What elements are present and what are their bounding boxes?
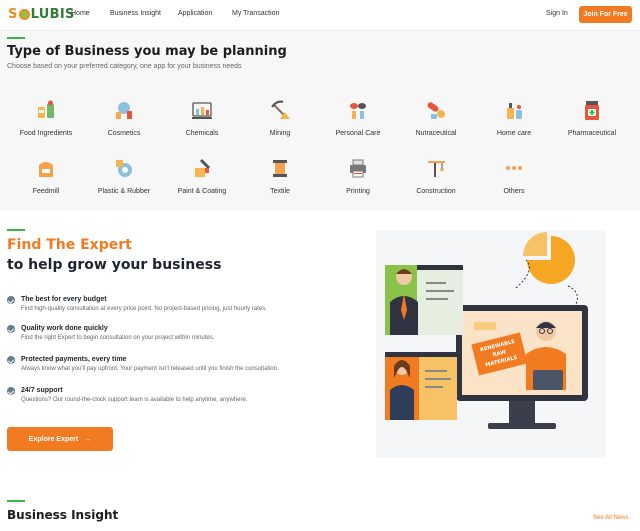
expert-title-dark: to help grow your business [7,257,222,273]
category-plastic-rubber[interactable]: Plastic & Rubber [85,157,163,195]
logo-leaf-icon [18,9,30,20]
category-printing[interactable]: Printing [319,157,397,195]
category-food-ingredients[interactable]: Food Ingredients [7,99,85,137]
section-accent-line [7,37,25,39]
sign-in-link[interactable]: Sign In [546,10,568,17]
textile-icon [269,157,291,179]
nutraceutical-icon [425,99,447,121]
category-paint-coating[interactable]: Paint & Coating [163,157,241,195]
check-circle-icon [7,387,15,395]
nav-business-insight[interactable]: Business Insight [110,10,161,17]
category-label: Feedmill [32,188,60,195]
plastic-rubber-icon [113,157,135,179]
solubis-logo[interactable]: S LUBIS [8,7,75,22]
expert-title-orange: Find The Expert [7,237,132,253]
business-types-subtitle: Choose based on your preferred category,… [7,63,242,70]
category-label: Personal Care [335,130,381,137]
feedmill-icon [35,157,57,179]
food-ingredients-icon [35,99,57,121]
category-personal-care[interactable]: Personal Care [319,99,397,137]
feature-description: Always know what you'll pay upfront. You… [21,366,279,372]
category-chemicals[interactable]: Chemicals [163,99,241,137]
check-circle-icon [7,356,15,364]
feature-description: Find the right Expert to begin consultat… [21,335,215,341]
category-label: Pharmaceutical [567,130,617,137]
arrow-right-icon: → [84,435,92,443]
paint-coating-icon [191,157,213,179]
category-label: Nutraceutical [415,130,457,137]
check-circle-icon [7,296,15,304]
nav-my-transaction[interactable]: My Transaction [232,10,279,17]
section-accent-line [7,500,25,502]
category-label: Mining [269,130,291,137]
printing-icon [347,157,369,179]
nav-home[interactable]: Home [71,10,90,17]
feature-description: Find high-quality consultation at every … [21,306,267,312]
check-circle-icon [7,325,15,333]
join-for-free-button[interactable]: Join For Free [579,6,632,23]
personal-care-icon [347,99,369,121]
category-label: Printing [346,188,370,195]
category-construction[interactable]: Construction [397,157,475,195]
top-navbar: S LUBIS Home Business Insight Applicatio… [0,0,640,31]
category-feedmill[interactable]: Feedmill [7,157,85,195]
feature-title: Quality work done quickly [21,325,108,332]
construction-icon [425,157,447,179]
category-mining[interactable]: Mining [241,99,319,137]
see-all-news-link[interactable]: See All News [593,515,628,521]
home-care-icon [503,99,525,121]
business-insight-title: Business Insight [7,508,119,522]
mining-icon [269,99,291,121]
category-cosmetics[interactable]: Cosmetics [85,99,163,137]
logo-wordmark: LUBIS [30,7,75,22]
category-label: Construction [416,188,456,195]
category-label: Home care [496,130,532,137]
feature-description: Questions? Our round-the-clock support t… [21,397,248,403]
business-types-title: Type of Business you may be planning [7,44,287,59]
category-nutraceutical[interactable]: Nutraceutical [397,99,475,137]
category-home-care[interactable]: Home care [475,99,553,137]
category-pharmaceutical[interactable]: Pharmaceutical [553,99,631,137]
nav-application[interactable]: Application [178,10,212,17]
more-dots-icon [503,157,525,179]
explore-expert-label: Explore Expert [28,435,79,443]
pharmaceutical-icon [581,99,603,121]
logo-letter-s: S [8,7,18,22]
category-label: Paint & Coating [177,188,227,195]
category-label: Plastic & Rubber [97,188,151,195]
feature-title: The best for every budget [21,296,107,303]
category-label: Others [503,188,525,195]
feature-title: 24/7 support [21,387,63,394]
category-others[interactable]: Others [475,157,553,195]
category-label: Cosmetics [107,130,141,137]
category-label: Chemicals [185,130,219,137]
expert-illustration: RENEWABLE RAW MATERIALS [376,230,606,458]
section-accent-line [7,229,25,231]
category-label: Textile [270,188,290,195]
category-textile[interactable]: Textile [241,157,319,195]
category-label: Food Ingredients [19,130,73,137]
explore-expert-button[interactable]: Explore Expert → [7,427,113,451]
chemicals-icon [191,99,213,121]
feature-title: Protected payments, every time [21,356,127,363]
cosmetics-icon [113,99,135,121]
